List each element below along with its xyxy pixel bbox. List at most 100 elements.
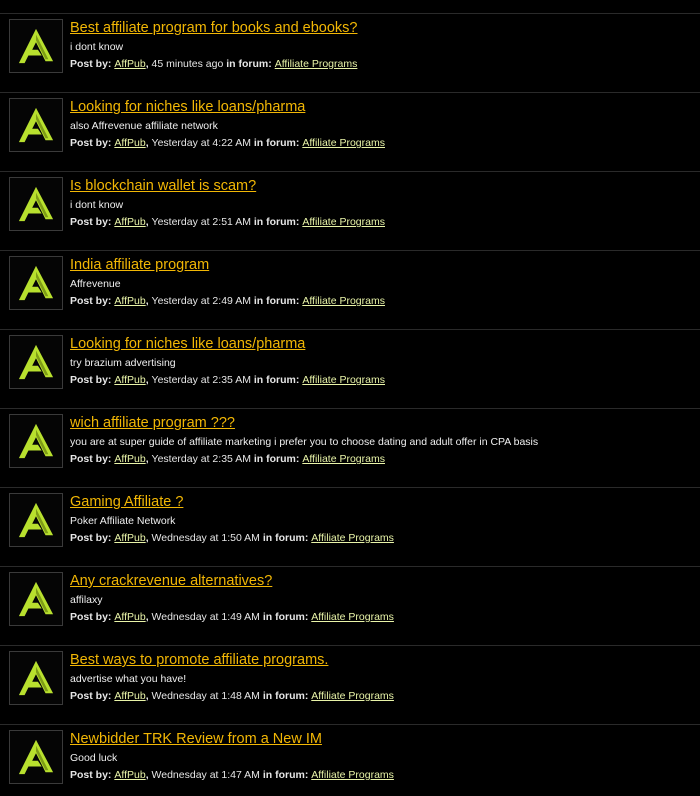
avatar[interactable] bbox=[9, 651, 63, 705]
thread-title-link[interactable]: Best ways to promote affiliate programs. bbox=[70, 651, 328, 669]
affpub-logo-icon bbox=[18, 265, 54, 301]
affpub-logo-icon bbox=[18, 186, 54, 222]
post-time: Wednesday at 1:50 AM bbox=[151, 532, 260, 544]
thread-title-link[interactable]: Any crackrevenue alternatives? bbox=[70, 572, 272, 590]
post-snippet: also Affrevenue affiliate network bbox=[70, 120, 218, 132]
post-meta: Post by: AffPub, Yesterday at 2:35 AM in… bbox=[70, 453, 385, 466]
forum-link[interactable]: Affiliate Programs bbox=[311, 532, 394, 544]
author-link[interactable]: AffPub bbox=[114, 453, 145, 465]
affpub-logo-icon bbox=[18, 739, 54, 775]
avatar[interactable] bbox=[9, 572, 63, 626]
forum-link[interactable]: Affiliate Programs bbox=[302, 374, 385, 386]
post-by-label: Post by: bbox=[70, 374, 112, 386]
author-link[interactable]: AffPub bbox=[114, 58, 145, 70]
post-meta: Post by: AffPub, 45 minutes ago in forum… bbox=[70, 58, 357, 71]
affpub-logo-icon bbox=[18, 660, 54, 696]
avatar[interactable] bbox=[9, 730, 63, 784]
post-time: 45 minutes ago bbox=[151, 58, 224, 70]
list-item: wich affiliate program ??? you are at su… bbox=[0, 408, 700, 487]
thread-title-link[interactable]: Looking for niches like loans/pharma bbox=[70, 98, 305, 116]
post-snippet: Poker Affiliate Network bbox=[70, 515, 176, 527]
forum-link[interactable]: Affiliate Programs bbox=[302, 137, 385, 149]
post-time: Yesterday at 2:35 AM bbox=[151, 453, 251, 465]
author-link[interactable]: AffPub bbox=[114, 295, 145, 307]
post-by-label: Post by: bbox=[70, 611, 112, 623]
list-item: Gaming Affiliate ? Poker Affiliate Netwo… bbox=[0, 487, 700, 566]
post-meta: Post by: AffPub, Wednesday at 1:49 AM in… bbox=[70, 611, 394, 624]
post-by-label: Post by: bbox=[70, 690, 112, 702]
post-meta: Post by: AffPub, Wednesday at 1:50 AM in… bbox=[70, 532, 394, 545]
post-snippet: affilaxy bbox=[70, 594, 103, 606]
forum-link[interactable]: Affiliate Programs bbox=[302, 295, 385, 307]
avatar[interactable] bbox=[9, 98, 63, 152]
forum-link[interactable]: Affiliate Programs bbox=[311, 611, 394, 623]
thread-title-link[interactable]: Looking for niches like loans/pharma bbox=[70, 335, 305, 353]
list-item: Looking for niches like loans/pharma als… bbox=[0, 92, 700, 171]
list-item: Is blockchain wallet is scam? i dont kno… bbox=[0, 171, 700, 250]
post-by-label: Post by: bbox=[70, 216, 112, 228]
affpub-logo-icon bbox=[18, 502, 54, 538]
post-snippet: you are at super guide of affiliate mark… bbox=[70, 436, 539, 448]
author-link[interactable]: AffPub bbox=[114, 216, 145, 228]
post-time: Yesterday at 2:49 AM bbox=[151, 295, 251, 307]
in-forum-label: in forum: bbox=[262, 769, 309, 781]
avatar[interactable] bbox=[9, 177, 63, 231]
in-forum-label: in forum: bbox=[253, 374, 300, 386]
post-meta: Post by: AffPub, Yesterday at 2:51 AM in… bbox=[70, 216, 385, 229]
forum-link[interactable]: Affiliate Programs bbox=[302, 216, 385, 228]
list-item: Any crackrevenue alternatives? affilaxy … bbox=[0, 566, 700, 645]
post-snippet: i dont know bbox=[70, 199, 124, 211]
thread-title-link[interactable]: India affiliate program bbox=[70, 256, 209, 274]
list-item: Newbidder TRK Review from a New IM Good … bbox=[0, 724, 700, 796]
forum-link[interactable]: Affiliate Programs bbox=[311, 769, 394, 781]
post-snippet: Affrevenue bbox=[70, 278, 121, 290]
post-time: Yesterday at 2:35 AM bbox=[151, 374, 251, 386]
post-snippet: try brazium advertising bbox=[70, 357, 176, 369]
forum-link[interactable]: Affiliate Programs bbox=[275, 58, 358, 70]
post-time: Yesterday at 2:51 AM bbox=[151, 216, 251, 228]
author-link[interactable]: AffPub bbox=[114, 690, 145, 702]
author-link[interactable]: AffPub bbox=[114, 611, 145, 623]
thread-title-link[interactable]: Is blockchain wallet is scam? bbox=[70, 177, 256, 195]
post-meta: Post by: AffPub, Yesterday at 4:22 AM in… bbox=[70, 137, 385, 150]
in-forum-label: in forum: bbox=[262, 611, 309, 623]
thread-title-link[interactable]: Newbidder TRK Review from a New IM bbox=[70, 730, 322, 748]
post-by-label: Post by: bbox=[70, 137, 112, 149]
author-link[interactable]: AffPub bbox=[114, 769, 145, 781]
post-time: Yesterday at 4:22 AM bbox=[151, 137, 251, 149]
post-meta: Post by: AffPub, Yesterday at 2:49 AM in… bbox=[70, 295, 385, 308]
post-by-label: Post by: bbox=[70, 295, 112, 307]
avatar[interactable] bbox=[9, 335, 63, 389]
post-by-label: Post by: bbox=[70, 532, 112, 544]
author-link[interactable]: AffPub bbox=[114, 532, 145, 544]
thread-title-link[interactable]: wich affiliate program ??? bbox=[70, 414, 235, 432]
thread-title-link[interactable]: Best affiliate program for books and ebo… bbox=[70, 19, 358, 37]
forum-link[interactable]: Affiliate Programs bbox=[311, 690, 394, 702]
post-time: Wednesday at 1:48 AM bbox=[151, 690, 260, 702]
list-item: India affiliate program Affrevenue Post … bbox=[0, 250, 700, 329]
in-forum-label: in forum: bbox=[226, 58, 272, 70]
list-item: Looking for niches like loans/pharma try… bbox=[0, 329, 700, 408]
post-time: Wednesday at 1:49 AM bbox=[151, 611, 260, 623]
thread-title-link[interactable]: Gaming Affiliate ? bbox=[70, 493, 183, 511]
post-snippet: Good luck bbox=[70, 752, 118, 764]
affpub-logo-icon bbox=[18, 28, 54, 64]
author-link[interactable]: AffPub bbox=[114, 374, 145, 386]
post-by-label: Post by: bbox=[70, 453, 112, 465]
list-item: Best ways to promote affiliate programs.… bbox=[0, 645, 700, 724]
in-forum-label: in forum: bbox=[262, 532, 309, 544]
avatar[interactable] bbox=[9, 493, 63, 547]
avatar[interactable] bbox=[9, 256, 63, 310]
forum-link[interactable]: Affiliate Programs bbox=[302, 453, 385, 465]
post-meta: Post by: AffPub, Wednesday at 1:47 AM in… bbox=[70, 769, 394, 782]
post-by-label: Post by: bbox=[70, 769, 112, 781]
author-link[interactable]: AffPub bbox=[114, 137, 145, 149]
in-forum-label: in forum: bbox=[253, 453, 300, 465]
avatar[interactable] bbox=[9, 414, 63, 468]
post-meta: Post by: AffPub, Wednesday at 1:48 AM in… bbox=[70, 690, 394, 703]
affpub-logo-icon bbox=[18, 581, 54, 617]
list-item: Best affiliate program for books and ebo… bbox=[0, 13, 700, 92]
affpub-logo-icon bbox=[18, 107, 54, 143]
in-forum-label: in forum: bbox=[253, 216, 300, 228]
avatar[interactable] bbox=[9, 19, 63, 73]
